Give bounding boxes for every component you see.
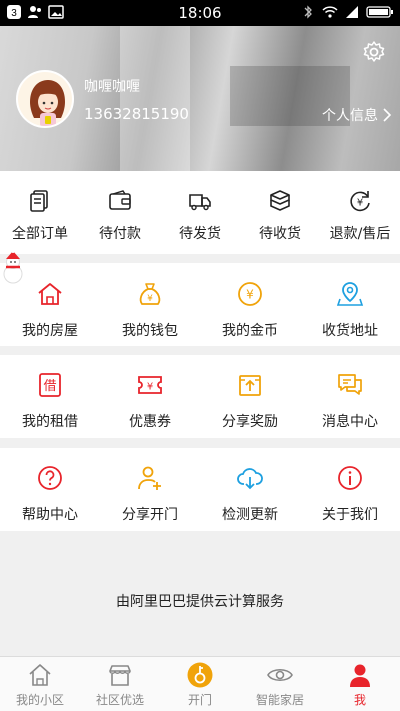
personal-info-link[interactable]: 个人信息 xyxy=(322,105,392,125)
svg-text:借: 借 xyxy=(43,379,56,394)
check-update-button[interactable]: 检测更新 xyxy=(200,448,300,531)
personal-info-label: 个人信息 xyxy=(322,108,378,124)
tab-label: 智能家居 xyxy=(255,693,304,707)
message-center-button[interactable]: 消息中心 xyxy=(300,355,400,438)
truck-icon xyxy=(189,194,211,211)
house-icon xyxy=(38,283,62,305)
add-user-icon xyxy=(138,466,161,490)
shop-tab-icon xyxy=(109,665,131,686)
refund-icon: ¥ xyxy=(350,191,370,212)
door-key-tab-icon xyxy=(187,662,213,688)
signal-icon xyxy=(346,6,358,18)
info-icon xyxy=(338,466,362,490)
order-label: 待付款 xyxy=(99,226,141,242)
coin-icon: ¥ xyxy=(238,282,262,306)
status-bar: 3 18:06 xyxy=(0,0,400,26)
grid-label: 我的钱包 xyxy=(122,323,178,339)
share-door-button[interactable]: 分享开门 xyxy=(100,448,200,531)
map-pin-icon xyxy=(336,282,364,306)
pending-receipt-button[interactable]: 待收货 xyxy=(240,171,320,254)
my-rentals-button[interactable]: 借 我的租借 xyxy=(0,355,100,438)
avatar-image xyxy=(18,72,72,126)
order-status-row: 全部订单 待付款 待发货 待收货 ¥ 退款/售后 xyxy=(0,171,400,254)
money-bag-icon: ¥ xyxy=(139,283,161,305)
username: 咖喱咖喱 xyxy=(84,79,140,95)
wifi-icon xyxy=(322,6,338,18)
cloud-provider-note: 由阿里巴巴提供云计算服务 xyxy=(116,594,284,610)
grid-label: 收货地址 xyxy=(322,323,378,339)
grid-label: 关于我们 xyxy=(322,507,378,523)
my-coins-button[interactable]: ¥ 我的金币 xyxy=(200,263,300,346)
pending-shipment-button[interactable]: 待发货 xyxy=(160,171,240,254)
settings-gear-icon[interactable] xyxy=(362,40,386,64)
shipping-address-button[interactable]: 收货地址 xyxy=(300,263,400,346)
pending-payment-button[interactable]: 待付款 xyxy=(80,171,160,254)
tab-label: 开门 xyxy=(187,693,212,707)
tab-community-select[interactable]: 社区优选 xyxy=(80,657,160,711)
person-tab-icon xyxy=(350,664,370,687)
tab-open-door[interactable]: 开门 xyxy=(160,657,240,711)
borrow-icon: 借 xyxy=(39,373,61,397)
bottom-tab-bar: 我的小区 社区优选 开门 智能家居 我 xyxy=(0,656,400,711)
svg-text:¥: ¥ xyxy=(357,198,363,209)
grid-label: 分享奖励 xyxy=(222,414,278,430)
grid-label: 优惠券 xyxy=(129,414,171,430)
my-wallet-button[interactable]: ¥ 我的钱包 xyxy=(100,263,200,346)
help-center-button[interactable]: 帮助中心 xyxy=(0,448,100,531)
grid-label: 我的金币 xyxy=(222,323,278,339)
help-icon xyxy=(38,466,62,490)
package-icon xyxy=(270,190,290,211)
about-us-button[interactable]: 关于我们 xyxy=(300,448,400,531)
grid-label: 分享开门 xyxy=(122,507,178,523)
home-tab-icon xyxy=(29,664,51,686)
tab-my-community[interactable]: 我的小区 xyxy=(0,657,80,711)
bluetooth-icon xyxy=(304,5,312,19)
grid-label: 检测更新 xyxy=(222,507,278,523)
order-label: 待收货 xyxy=(259,226,301,242)
order-list-icon xyxy=(30,190,48,212)
refund-aftersale-button[interactable]: ¥ 退款/售后 xyxy=(320,171,400,254)
coupon-icon: ¥ xyxy=(138,376,162,394)
battery-icon xyxy=(366,6,393,18)
svg-text:¥: ¥ xyxy=(147,382,153,393)
snowman-icon xyxy=(3,250,23,284)
tab-label: 我的小区 xyxy=(15,693,64,707)
eye-tab-icon xyxy=(267,668,293,682)
order-label: 退款/售后 xyxy=(329,226,391,242)
tab-smart-home[interactable]: 智能家居 xyxy=(240,657,320,711)
coupons-button[interactable]: ¥ 优惠券 xyxy=(100,355,200,438)
wallet-icon xyxy=(109,190,131,210)
tab-label: 我 xyxy=(353,693,366,707)
message-icon xyxy=(338,374,362,395)
order-label: 全部订单 xyxy=(12,226,68,242)
grid-label: 我的房屋 xyxy=(22,323,78,339)
svg-text:¥: ¥ xyxy=(246,288,254,302)
share-reward-button[interactable]: 分享奖励 xyxy=(200,355,300,438)
grid-label: 帮助中心 xyxy=(22,507,78,523)
order-label: 待发货 xyxy=(179,226,221,242)
svg-text:¥: ¥ xyxy=(147,294,153,304)
services-grid-1: 我的房屋 ¥ 我的钱包 ¥ 我的金币 收货地址 xyxy=(0,263,400,346)
services-grid-2: 借 我的租借 ¥ 优惠券 分享奖励 消息中心 xyxy=(0,355,400,438)
profile-header: 咖喱咖喱 13632815190 个人信息 xyxy=(0,26,400,171)
phone-number: 13632815190 xyxy=(84,105,189,123)
avatar[interactable] xyxy=(16,70,74,128)
services-grid-3: 帮助中心 分享开门 检测更新 关于我们 xyxy=(0,448,400,531)
chevron-right-icon xyxy=(383,108,392,122)
all-orders-button[interactable]: 全部订单 xyxy=(0,171,80,254)
tab-label: 社区优选 xyxy=(95,693,144,707)
grid-label: 我的租借 xyxy=(22,414,78,430)
share-reward-icon xyxy=(239,375,261,396)
grid-label: 消息中心 xyxy=(322,414,378,430)
tab-me[interactable]: 我 xyxy=(320,657,400,711)
cloud-download-icon xyxy=(237,468,263,490)
